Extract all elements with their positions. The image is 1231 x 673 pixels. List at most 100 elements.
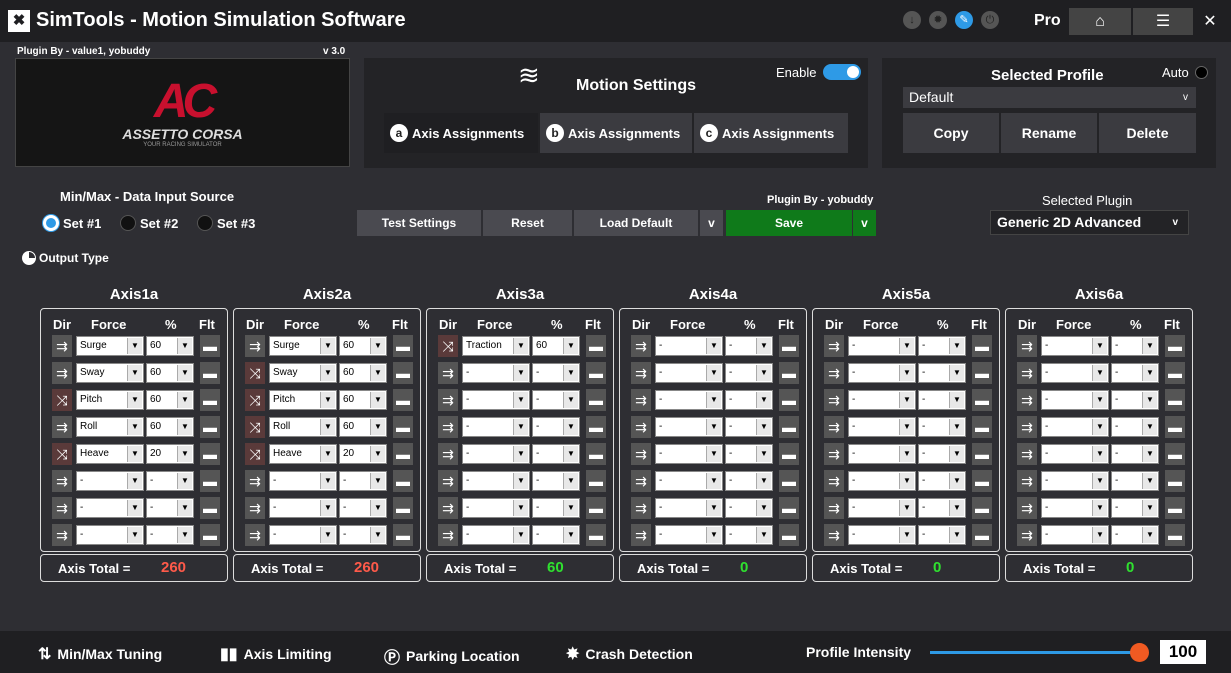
direction-icon[interactable]: ⇉ [824,362,844,384]
set-2-radio[interactable]: Set #2 [120,215,178,231]
percent-select[interactable]: - ▼ [146,471,194,491]
force-select[interactable]: - ▼ [848,417,916,437]
force-select[interactable]: - ▼ [462,471,530,491]
force-select[interactable]: - ▼ [76,471,144,491]
force-select[interactable]: - ▼ [1041,417,1109,437]
percent-select[interactable]: 60 ▼ [146,417,194,437]
enable-toggle[interactable] [823,64,861,80]
filter-button[interactable]: ▬ [1165,497,1185,519]
filter-button[interactable]: ▬ [972,389,992,411]
filter-button[interactable]: ▬ [586,497,606,519]
force-select[interactable]: Heave ▼ [76,444,144,464]
direction-icon[interactable]: ⇉ [52,362,72,384]
percent-select[interactable]: - ▼ [1111,336,1159,356]
filter-button[interactable]: ▬ [779,416,799,438]
filter-button[interactable]: ▬ [779,389,799,411]
filter-button[interactable]: ▬ [200,497,220,519]
percent-select[interactable]: - ▼ [532,417,580,437]
filter-button[interactable]: ▬ [972,443,992,465]
filter-button[interactable]: ▬ [586,362,606,384]
filter-button[interactable]: ▬ [779,443,799,465]
filter-button[interactable]: ▬ [393,389,413,411]
percent-select[interactable]: - ▼ [532,363,580,383]
percent-select[interactable]: - ▼ [1111,363,1159,383]
direction-icon[interactable]: ⇉ [1017,389,1037,411]
percent-select[interactable]: - ▼ [1111,390,1159,410]
force-select[interactable]: - ▼ [655,390,723,410]
force-select[interactable]: - ▼ [655,444,723,464]
force-select[interactable]: Heave ▼ [269,444,337,464]
power-icon[interactable]: ⏻ [981,11,999,29]
force-select[interactable]: Pitch ▼ [76,390,144,410]
direction-icon[interactable]: ⇉ [631,335,651,357]
tab-axis-assignments-c[interactable]: c Axis Assignments [694,113,848,153]
force-select[interactable]: Sway ▼ [269,363,337,383]
direction-icon[interactable]: ⇉ [631,389,651,411]
filter-button[interactable]: ▬ [1165,470,1185,492]
reverse-direction-icon[interactable]: ⤨ [245,362,265,384]
filter-button[interactable]: ▬ [972,497,992,519]
force-select[interactable]: - ▼ [655,471,723,491]
direction-icon[interactable]: ⇉ [631,443,651,465]
filter-button[interactable]: ▬ [200,335,220,357]
percent-select[interactable]: - ▼ [918,363,966,383]
filter-button[interactable]: ▬ [586,470,606,492]
direction-icon[interactable]: ⇉ [52,335,72,357]
percent-select[interactable]: - ▼ [1111,444,1159,464]
direction-icon[interactable]: ⇉ [1017,335,1037,357]
force-select[interactable]: - ▼ [1041,363,1109,383]
direction-icon[interactable]: ⇉ [824,389,844,411]
direction-icon[interactable]: ⇉ [824,497,844,519]
force-select[interactable]: Sway ▼ [76,363,144,383]
filter-button[interactable]: ▬ [779,497,799,519]
filter-button[interactable]: ▬ [200,443,220,465]
filter-button[interactable]: ▬ [586,389,606,411]
home-button[interactable]: ⌂ [1069,8,1131,35]
filter-button[interactable]: ▬ [393,335,413,357]
filter-button[interactable]: ▬ [1165,524,1185,546]
filter-button[interactable]: ▬ [1165,416,1185,438]
force-select[interactable]: Traction ▼ [462,336,530,356]
direction-icon[interactable]: ⇉ [438,497,458,519]
save-dropdown[interactable]: v [853,210,876,236]
force-select[interactable]: - ▼ [1041,471,1109,491]
filter-button[interactable]: ▬ [586,335,606,357]
direction-icon[interactable]: ⇉ [1017,443,1037,465]
direction-icon[interactable]: ⇉ [52,416,72,438]
filter-button[interactable]: ▬ [779,470,799,492]
direction-icon[interactable]: ⇉ [245,524,265,546]
percent-select[interactable]: - ▼ [725,525,773,545]
direction-icon[interactable]: ⇉ [245,335,265,357]
direction-icon[interactable]: ⇉ [438,470,458,492]
force-select[interactable]: - ▼ [655,363,723,383]
percent-select[interactable]: - ▼ [918,471,966,491]
force-select[interactable]: - ▼ [848,336,916,356]
filter-button[interactable]: ▬ [1165,389,1185,411]
filter-button[interactable]: ▬ [779,335,799,357]
filter-button[interactable]: ▬ [200,416,220,438]
percent-select[interactable]: - ▼ [532,444,580,464]
direction-icon[interactable]: ⇉ [438,362,458,384]
direction-icon[interactable]: ⇉ [438,524,458,546]
force-select[interactable]: Roll ▼ [269,417,337,437]
force-select[interactable]: - ▼ [1041,390,1109,410]
filter-button[interactable]: ▬ [393,362,413,384]
direction-icon[interactable]: ⇉ [824,524,844,546]
force-select[interactable]: - ▼ [848,363,916,383]
force-select[interactable]: - ▼ [1041,336,1109,356]
force-select[interactable]: - ▼ [655,525,723,545]
force-select[interactable]: Pitch ▼ [269,390,337,410]
force-select[interactable]: - ▼ [655,417,723,437]
parking-location-button[interactable]: Ⓟ Parking Location [384,644,520,668]
direction-icon[interactable]: ⇉ [52,524,72,546]
star-icon[interactable]: ✹ [929,11,947,29]
percent-select[interactable]: - ▼ [1111,471,1159,491]
filter-button[interactable]: ▬ [393,470,413,492]
filter-button[interactable]: ▬ [972,470,992,492]
reverse-direction-icon[interactable]: ⤨ [52,443,72,465]
direction-icon[interactable]: ⇉ [631,362,651,384]
direction-icon[interactable]: ⇉ [438,416,458,438]
delete-button[interactable]: Delete [1099,113,1196,153]
intensity-slider-knob[interactable] [1130,643,1149,662]
direction-icon[interactable]: ⇉ [824,416,844,438]
